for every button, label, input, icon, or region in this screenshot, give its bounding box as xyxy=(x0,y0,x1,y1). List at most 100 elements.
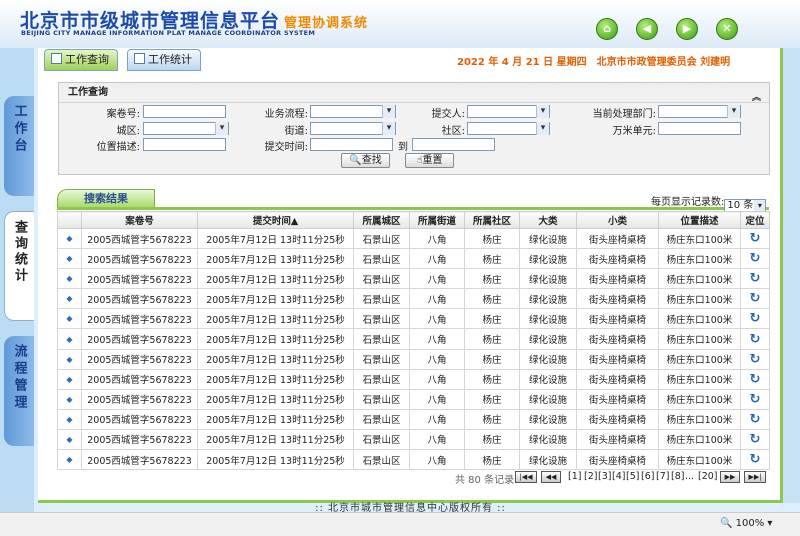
tab-work-query[interactable]: 工作查询 xyxy=(44,49,118,71)
table-row[interactable]: ◆ 2005西城管字5678223 2005年7月12日 13时11分25秒 石景山区… xyxy=(57,449,770,471)
row-expand-icon[interactable]: ◆ xyxy=(57,227,82,250)
row-expand-icon[interactable]: ◆ xyxy=(57,449,82,471)
column-header: 所属社区 xyxy=(464,211,520,229)
prev-page-button[interactable]: ◀◀ xyxy=(541,471,561,483)
next-page-button[interactable]: ▶▶ xyxy=(720,471,740,483)
table-cell: 石景山区 xyxy=(353,408,410,430)
page-number-link[interactable]: [8] xyxy=(671,471,684,482)
table-row[interactable]: ◆ 2005西城管字5678223 2005年7月12日 13时11分25秒 石景山区… xyxy=(57,368,770,390)
locate-icon[interactable]: ↻ xyxy=(740,388,770,410)
first-page-button[interactable]: |◀◀ xyxy=(515,471,537,483)
page-number-link[interactable]: ... xyxy=(685,471,694,482)
row-expand-icon[interactable]: ◆ xyxy=(57,348,82,370)
results-table: 案卷号 提交时间▲ 所属城区 所属街道 所属社区 大类 小类 位置描述 定位 ◆ 2005西城管字… xyxy=(57,211,770,471)
close-icon[interactable]: ✕ xyxy=(716,18,738,40)
back-icon[interactable]: ◀ xyxy=(636,18,658,40)
page-number-link[interactable]: [5] xyxy=(626,471,639,482)
process-select[interactable] xyxy=(310,105,396,118)
row-expand-icon[interactable]: ◆ xyxy=(57,268,82,290)
street-select[interactable] xyxy=(310,122,396,135)
locate-icon[interactable]: ↻ xyxy=(740,428,770,451)
table-cell: 2005年7月12日 13时11分25秒 xyxy=(197,268,354,290)
page-number-link[interactable]: [7] xyxy=(656,471,669,482)
table-cell: 石景山区 xyxy=(353,428,410,451)
table-cell: 绿化设施 xyxy=(519,368,577,390)
table-row[interactable]: ◆ 2005西城管字5678223 2005年7月12日 13时11分25秒 石景山区… xyxy=(57,388,770,410)
table-row[interactable]: ◆ 2005西城管字5678223 2005年7月12日 13时11分25秒 石景山区… xyxy=(57,348,770,370)
page-number-link[interactable]: [20] xyxy=(698,471,718,482)
table-cell: 2005年7月12日 13时11分25秒 xyxy=(197,227,354,250)
row-expand-icon[interactable]: ◆ xyxy=(57,368,82,390)
table-cell: 八角 xyxy=(409,288,465,310)
zoom-value: 100% xyxy=(735,518,765,529)
table-row[interactable]: ◆ 2005西城管字5678223 2005年7月12日 13时11分25秒 石景山区… xyxy=(57,227,770,250)
table-row[interactable]: ◆ 2005西城管字5678223 2005年7月12日 13时11分25秒 石景山区… xyxy=(57,428,770,451)
reset-button[interactable]: ☝重置 xyxy=(405,153,454,168)
locate-icon[interactable]: ↻ xyxy=(740,268,770,290)
table-cell: 石景山区 xyxy=(353,227,410,250)
tab-label: 工作查询 xyxy=(65,53,109,66)
table-cell: 杨庄东口100米 xyxy=(658,388,741,410)
location-input[interactable] xyxy=(143,138,226,151)
locate-icon[interactable]: ↻ xyxy=(740,449,770,471)
row-expand-icon[interactable]: ◆ xyxy=(57,388,82,410)
locate-icon[interactable]: ↻ xyxy=(740,408,770,430)
table-row[interactable]: ◆ 2005西城管字5678223 2005年7月12日 13时11分25秒 石景山区… xyxy=(57,328,770,350)
grid-input[interactable] xyxy=(658,122,741,135)
column-header[interactable]: 提交时间▲ xyxy=(197,211,354,229)
table-cell: 2005西城管字5678223 xyxy=(81,308,198,330)
row-expand-icon[interactable]: ◆ xyxy=(57,408,82,430)
table-cell: 街头座椅桌椅 xyxy=(576,288,659,310)
submit-time-from-input[interactable] xyxy=(310,138,393,151)
table-row[interactable]: ◆ 2005西城管字5678223 2005年7月12日 13时11分25秒 石景山区… xyxy=(57,408,770,430)
submit-time-to-input[interactable] xyxy=(412,138,495,151)
dept-select[interactable] xyxy=(658,105,741,118)
submitter-select[interactable] xyxy=(467,105,550,118)
table-row[interactable]: ◆ 2005西城管字5678223 2005年7月12日 13时11分25秒 石景山区… xyxy=(57,288,770,310)
district-select[interactable] xyxy=(143,122,229,135)
table-cell: 2005西城管字5678223 xyxy=(81,268,198,290)
table-cell: 石景山区 xyxy=(353,348,410,370)
community-select[interactable] xyxy=(467,122,550,135)
table-row[interactable]: ◆ 2005西城管字5678223 2005年7月12日 13时11分25秒 石景山区… xyxy=(57,308,770,330)
left-sidebar: 工作台 查询统计 流程管理 xyxy=(0,48,34,526)
sidebar-item-workbench[interactable]: 工作台 xyxy=(4,96,34,196)
sidebar-item-query-stats[interactable]: 查询统计 xyxy=(4,211,34,321)
case-no-input[interactable] xyxy=(143,105,226,118)
row-expand-icon[interactable]: ◆ xyxy=(57,308,82,330)
locate-icon[interactable]: ↻ xyxy=(740,328,770,350)
forward-icon[interactable]: ▶ xyxy=(676,18,698,40)
home-icon[interactable]: ⌂ xyxy=(596,18,618,40)
locate-icon[interactable]: ↻ xyxy=(740,288,770,310)
table-cell: 杨庄东口100米 xyxy=(658,368,741,390)
last-page-button[interactable]: ▶▶| xyxy=(744,471,766,483)
row-expand-icon[interactable]: ◆ xyxy=(57,328,82,350)
table-cell: 石景山区 xyxy=(353,268,410,290)
search-button[interactable]: 🔍查找 xyxy=(341,153,390,168)
tab-work-stats[interactable]: 工作统计 xyxy=(127,49,201,71)
locate-icon[interactable]: ↻ xyxy=(740,248,770,270)
row-expand-icon[interactable]: ◆ xyxy=(57,428,82,451)
table-row[interactable]: ◆ 2005西城管字5678223 2005年7月12日 13时11分25秒 石景山区… xyxy=(57,248,770,270)
street-label: 街道: xyxy=(284,126,308,137)
table-cell: 八角 xyxy=(409,248,465,270)
zoom-control[interactable]: 🔍 100% ▾ xyxy=(720,518,772,529)
page-number-link[interactable]: [3] xyxy=(598,471,611,482)
page-number-link[interactable]: [4] xyxy=(612,471,625,482)
sidebar-item-workflow[interactable]: 流程管理 xyxy=(4,336,34,446)
results-tab[interactable]: 搜索结果 xyxy=(57,189,155,208)
page-number-link[interactable]: [1] xyxy=(568,471,581,482)
row-expand-icon[interactable]: ◆ xyxy=(57,248,82,270)
table-row[interactable]: ◆ 2005西城管字5678223 2005年7月12日 13时11分25秒 石景山区… xyxy=(57,268,770,290)
page-number-link[interactable]: [6] xyxy=(641,471,654,482)
table-cell: 八角 xyxy=(409,408,465,430)
collapse-icon[interactable]: ︽ xyxy=(752,88,761,108)
locate-icon[interactable]: ↻ xyxy=(740,308,770,330)
page-number-link[interactable]: [2] xyxy=(584,471,597,482)
table-cell: 杨庄 xyxy=(464,328,520,350)
table-cell: 杨庄东口100米 xyxy=(658,428,741,451)
locate-icon[interactable]: ↻ xyxy=(740,348,770,370)
row-expand-icon[interactable]: ◆ xyxy=(57,288,82,310)
locate-icon[interactable]: ↻ xyxy=(740,227,770,250)
locate-icon[interactable]: ↻ xyxy=(740,368,770,390)
